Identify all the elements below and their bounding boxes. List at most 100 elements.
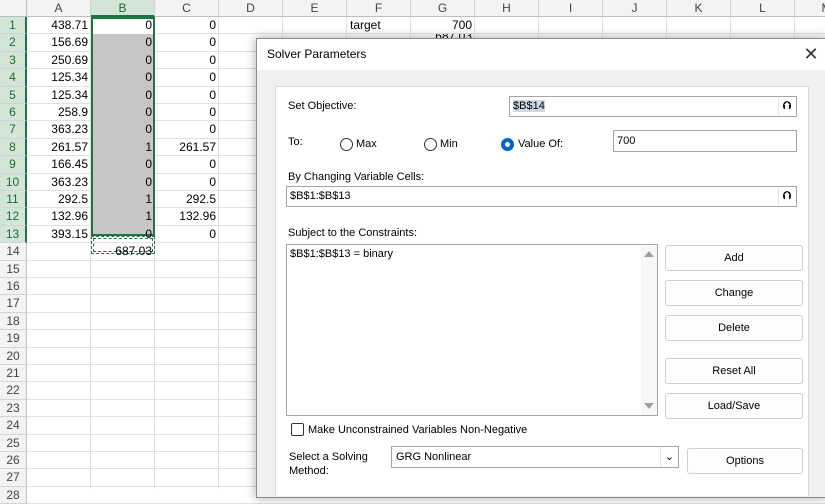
- chevron-down-icon[interactable]: ⌄: [660, 447, 678, 467]
- delete-button[interactable]: Delete: [665, 315, 803, 341]
- constraint-item[interactable]: $B$1:$B$13 = binary: [290, 248, 393, 260]
- column-header-g[interactable]: G: [411, 0, 475, 17]
- row-header-10[interactable]: 10: [0, 173, 27, 191]
- solving-method-select[interactable]: GRG Nonlinear ⌄: [391, 446, 679, 468]
- value-of-input[interactable]: 700: [613, 130, 797, 152]
- column-header-i[interactable]: I: [539, 0, 603, 17]
- column-header-l[interactable]: L: [731, 0, 795, 17]
- cell-c12[interactable]: 132.96: [155, 208, 219, 225]
- cell-b2[interactable]: 0: [91, 34, 155, 51]
- row-header-24[interactable]: 24: [0, 417, 27, 435]
- constraints-scrollbar[interactable]: [641, 245, 657, 415]
- nonneg-checkbox[interactable]: [291, 423, 304, 436]
- row-header-6[interactable]: 6: [0, 104, 27, 122]
- reset-all-button[interactable]: Reset All: [665, 358, 803, 384]
- cell-c9[interactable]: 0: [155, 156, 219, 173]
- cell-c6[interactable]: 0: [155, 104, 219, 121]
- column-header-f[interactable]: F: [347, 0, 411, 17]
- constraints-list[interactable]: $B$1:$B$13 = binary: [286, 244, 658, 416]
- row-header-16[interactable]: 16: [0, 278, 27, 296]
- row-header-2[interactable]: 2: [0, 34, 27, 52]
- cell-a3[interactable]: 250.69: [27, 52, 91, 69]
- cell-a6[interactable]: 258.9: [27, 104, 91, 121]
- cell-a2[interactable]: 156.69: [27, 34, 91, 51]
- cell-b3[interactable]: 0: [91, 52, 155, 69]
- cell-b1[interactable]: 0: [91, 17, 155, 34]
- cell-b13[interactable]: 0: [91, 226, 155, 243]
- row-header-27[interactable]: 27: [0, 469, 27, 487]
- cell-a8[interactable]: 261.57: [27, 139, 91, 156]
- cell-a13[interactable]: 393.15: [27, 226, 91, 243]
- radio-min[interactable]: [424, 138, 437, 151]
- row-header-11[interactable]: 11: [0, 191, 27, 209]
- row-header-22[interactable]: 22: [0, 382, 27, 400]
- radio-max[interactable]: [340, 138, 353, 151]
- cell-c2[interactable]: 0: [155, 34, 219, 51]
- row-header-15[interactable]: 15: [0, 260, 27, 278]
- cell-c5[interactable]: 0: [155, 87, 219, 104]
- cell-a9[interactable]: 166.45: [27, 156, 91, 173]
- change-button[interactable]: Change: [665, 280, 803, 306]
- column-header-j[interactable]: J: [603, 0, 667, 17]
- row-header-25[interactable]: 25: [0, 434, 27, 452]
- add-button[interactable]: Add: [665, 245, 803, 271]
- row-header-19[interactable]: 19: [0, 330, 27, 348]
- cell-a12[interactable]: 132.96: [27, 208, 91, 225]
- cell-b8[interactable]: 1: [91, 139, 155, 156]
- column-header-k[interactable]: K: [667, 0, 731, 17]
- row-header-26[interactable]: 26: [0, 452, 27, 470]
- collapse-dialog-icon-2[interactable]: ⮉: [778, 188, 795, 205]
- row-header-28[interactable]: 28: [0, 486, 27, 504]
- column-header-c[interactable]: C: [155, 0, 219, 17]
- scroll-down-icon[interactable]: [644, 403, 654, 409]
- row-header-13[interactable]: 13: [0, 225, 27, 244]
- load-save-button[interactable]: Load/Save: [665, 393, 803, 419]
- cell-a7[interactable]: 363.23: [27, 121, 91, 138]
- row-header-9[interactable]: 9: [0, 156, 27, 174]
- scroll-up-icon[interactable]: [644, 251, 654, 257]
- cell-a11[interactable]: 292.5: [27, 191, 91, 208]
- changing-cells-input[interactable]: $B$1:$B$13 ⮉: [286, 186, 797, 207]
- row-header-18[interactable]: 18: [0, 312, 27, 331]
- row-header-23[interactable]: 23: [0, 399, 27, 418]
- cell-c1[interactable]: 0: [155, 17, 219, 34]
- cell-c8[interactable]: 261.57: [155, 139, 219, 156]
- cell-b14[interactable]: 687.03: [91, 243, 155, 260]
- column-header-e[interactable]: E: [283, 0, 347, 17]
- radio-value-of[interactable]: [501, 138, 514, 151]
- cell-c10[interactable]: 0: [155, 174, 219, 191]
- cell-b10[interactable]: 0: [91, 174, 155, 191]
- cell-c13[interactable]: 0: [155, 226, 219, 243]
- cell-c3[interactable]: 0: [155, 52, 219, 69]
- set-objective-input[interactable]: $B$14 ⮉: [509, 96, 797, 117]
- cell-b6[interactable]: 0: [91, 104, 155, 121]
- cell-a5[interactable]: 125.34: [27, 87, 91, 104]
- collapse-dialog-icon[interactable]: ⮉: [778, 98, 795, 115]
- cell-b12[interactable]: 1: [91, 208, 155, 225]
- row-header-3[interactable]: 3: [0, 51, 27, 70]
- options-button[interactable]: Options: [687, 448, 803, 474]
- column-header-h[interactable]: H: [475, 0, 539, 17]
- column-header-d[interactable]: D: [219, 0, 283, 17]
- cell-b4[interactable]: 0: [91, 69, 155, 86]
- row-header-1[interactable]: 1: [0, 17, 27, 35]
- row-header-5[interactable]: 5: [0, 86, 27, 104]
- row-header-14[interactable]: 14: [0, 243, 27, 261]
- row-header-20[interactable]: 20: [0, 347, 27, 365]
- column-header-m[interactable]: M: [795, 0, 825, 17]
- row-header-4[interactable]: 4: [0, 69, 27, 87]
- cell-c7[interactable]: 0: [155, 121, 219, 138]
- row-header-7[interactable]: 7: [0, 121, 27, 139]
- cell-g1[interactable]: 700: [411, 17, 475, 34]
- cell-a4[interactable]: 125.34: [27, 69, 91, 86]
- cell-b7[interactable]: 0: [91, 121, 155, 138]
- row-header-17[interactable]: 17: [0, 295, 27, 313]
- cell-f1[interactable]: target: [347, 17, 411, 34]
- row-header-21[interactable]: 21: [0, 365, 27, 383]
- column-header-b[interactable]: B: [91, 0, 155, 17]
- cell-c11[interactable]: 292.5: [155, 191, 219, 208]
- cell-a1[interactable]: 438.71: [27, 17, 91, 34]
- close-icon[interactable]: ✕: [799, 43, 823, 65]
- cell-c4[interactable]: 0: [155, 69, 219, 86]
- row-header-8[interactable]: 8: [0, 138, 27, 157]
